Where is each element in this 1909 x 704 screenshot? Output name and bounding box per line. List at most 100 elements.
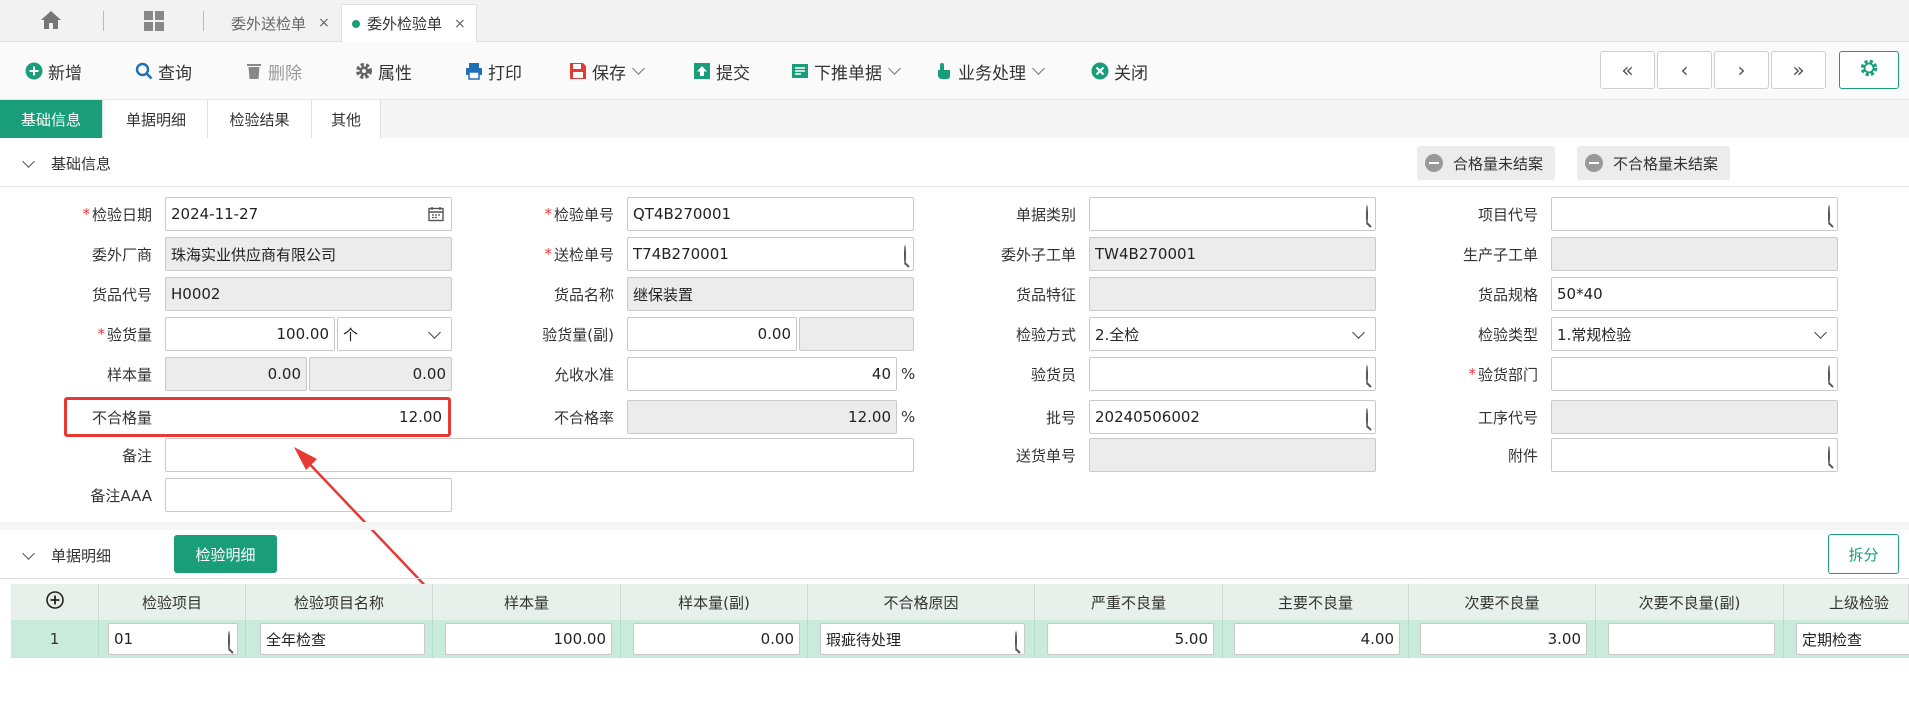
search-icon[interactable]: [1366, 365, 1368, 385]
properties-button[interactable]: 属性: [355, 58, 412, 84]
accept-level-field[interactable]: 40: [627, 357, 897, 391]
save-button[interactable]: 保存: [569, 58, 645, 84]
settings-button[interactable]: [1839, 51, 1899, 89]
home-icon[interactable]: [40, 10, 62, 30]
send-no-field[interactable]: T74B270001: [627, 237, 914, 271]
inspect-date-field[interactable]: 2024-11-27: [165, 197, 452, 231]
print-button[interactable]: 打印: [465, 58, 522, 84]
inspect-dept-field[interactable]: [1551, 357, 1838, 391]
batch-no-field[interactable]: 20240506002: [1089, 400, 1376, 434]
remark-field[interactable]: [165, 438, 914, 472]
collapse-chevron-icon[interactable]: [22, 154, 35, 168]
project-code-field[interactable]: [1551, 197, 1838, 231]
calendar-icon[interactable]: [428, 206, 444, 226]
goods-name-field: 继保装置: [627, 277, 914, 311]
col-header[interactable]: 次要不良量(副): [1596, 584, 1784, 620]
col-header[interactable]: 严重不良量: [1035, 584, 1223, 620]
close-button[interactable]: 关闭: [1091, 58, 1148, 84]
last-record-button[interactable]: »: [1771, 51, 1826, 89]
goods-code-label: 货品代号: [91, 285, 152, 304]
minor-input[interactable]: 3.00: [1420, 623, 1587, 655]
search-icon[interactable]: [1828, 446, 1830, 466]
next-record-button[interactable]: ›: [1714, 51, 1769, 89]
tab-other[interactable]: 其他: [312, 100, 381, 138]
col-header[interactable]: 检验项目: [99, 584, 246, 620]
new-button[interactable]: 新增: [25, 58, 82, 84]
submit-button[interactable]: 提交: [693, 58, 750, 84]
col-header[interactable]: 上级检验: [1784, 584, 1909, 620]
attachment-field[interactable]: [1551, 438, 1838, 472]
search-icon[interactable]: [1366, 205, 1368, 225]
inspector-field[interactable]: [1089, 357, 1376, 391]
col-header[interactable]: 检验项目名称: [246, 584, 433, 620]
grid-apps-icon[interactable]: [143, 10, 165, 32]
search-icon[interactable]: [1828, 365, 1830, 385]
detail-header[interactable]: 单据明细: [0, 532, 140, 578]
base-info-header[interactable]: 基础信息: [0, 140, 600, 186]
inspect-qty-sub-field[interactable]: 0.00: [627, 317, 797, 351]
tab-inspect[interactable]: 委外检验单 ×: [341, 4, 477, 42]
major-input[interactable]: 4.00: [1234, 623, 1400, 655]
collapse-chevron-icon[interactable]: [22, 546, 35, 560]
query-button[interactable]: 查询: [135, 58, 192, 84]
search-icon[interactable]: [228, 631, 230, 651]
delete-button[interactable]: 删除: [245, 58, 302, 84]
inspect-dept-label: * 验货部门: [1468, 365, 1538, 384]
sample-sub-input[interactable]: 0.00: [633, 623, 800, 655]
inspect-no-field[interactable]: QT4B270001: [627, 197, 914, 231]
upload-icon: [693, 62, 711, 80]
plus-circle-icon: [25, 62, 43, 80]
tab-doc-details[interactable]: 单据明细: [105, 100, 208, 138]
reason-input[interactable]: 瑕疵待处理: [820, 623, 1025, 655]
search-icon[interactable]: [904, 245, 906, 265]
col-header[interactable]: 主要不良量: [1223, 584, 1409, 620]
minor-sub-input[interactable]: [1608, 623, 1775, 655]
divider: [0, 186, 1909, 187]
tab-basic-info[interactable]: 基础信息: [0, 100, 103, 138]
col-header[interactable]: 样本量: [433, 584, 621, 620]
reason-cell: 瑕疵待处理: [808, 620, 1035, 658]
inspect-qty-unit-select[interactable]: 个: [337, 317, 452, 351]
doc-type-field[interactable]: [1089, 197, 1376, 231]
gear-icon: [1859, 58, 1879, 83]
inspect-no-label: * 检验单号: [544, 205, 614, 224]
col-header[interactable]: 次要不良量: [1409, 584, 1596, 620]
pass-unclosed-button[interactable]: 合格量未结案: [1417, 146, 1556, 180]
col-header[interactable]: 不合格原因: [808, 584, 1035, 620]
close-icon[interactable]: ×: [318, 15, 330, 31]
sample-input[interactable]: 100.00: [445, 623, 612, 655]
add-row-header[interactable]: [11, 584, 99, 620]
search-icon[interactable]: [1366, 408, 1368, 428]
item-input[interactable]: 01: [108, 623, 238, 655]
inspect-mode-select[interactable]: 2.全检: [1089, 317, 1376, 351]
goods-code-field: H0002: [165, 277, 452, 311]
remark-label: 备注: [121, 446, 152, 465]
severe-input[interactable]: 5.00: [1047, 623, 1214, 655]
sample-sub-cell: 0.00: [621, 620, 808, 658]
close-icon[interactable]: ×: [454, 16, 466, 32]
inspect-qty-field[interactable]: 100.00: [165, 317, 335, 351]
add-circle-icon[interactable]: [45, 591, 64, 613]
properties-label: 属性: [378, 63, 412, 84]
push-down-button[interactable]: 下推单据: [791, 58, 901, 84]
item-name-input[interactable]: 全年检查: [260, 623, 425, 655]
inspect-detail-tab[interactable]: 检验明细: [174, 535, 277, 573]
item-name-cell: 全年检查: [246, 620, 433, 658]
tab-send-inspect[interactable]: 委外送检单 ×: [221, 4, 340, 42]
inspect-type-select[interactable]: 1.常规检验: [1551, 317, 1838, 351]
col-header[interactable]: 样本量(副): [621, 584, 808, 620]
app-root: { "tabs":[ {"label":"委外送检单","close":"×"}…: [0, 0, 1909, 704]
inspect-date-label: * 检验日期: [82, 205, 152, 224]
first-record-button[interactable]: «: [1600, 51, 1655, 89]
search-icon[interactable]: [1828, 205, 1830, 225]
search-icon[interactable]: [1015, 631, 1017, 651]
business-button[interactable]: 业务处理: [935, 58, 1045, 84]
vendor-field: 珠海实业供应商有限公司: [165, 237, 452, 271]
parent-input[interactable]: 定期检查: [1796, 623, 1909, 655]
prev-record-button[interactable]: ‹: [1657, 51, 1712, 89]
split-button[interactable]: 拆分: [1828, 534, 1899, 574]
tab-inspect-result[interactable]: 检验结果: [208, 100, 312, 138]
fail-unclosed-button[interactable]: 不合格量未结案: [1577, 146, 1731, 180]
goods-spec-field[interactable]: 50*40: [1551, 277, 1838, 311]
fail-qty-field[interactable]: 12.00: [165, 400, 448, 434]
